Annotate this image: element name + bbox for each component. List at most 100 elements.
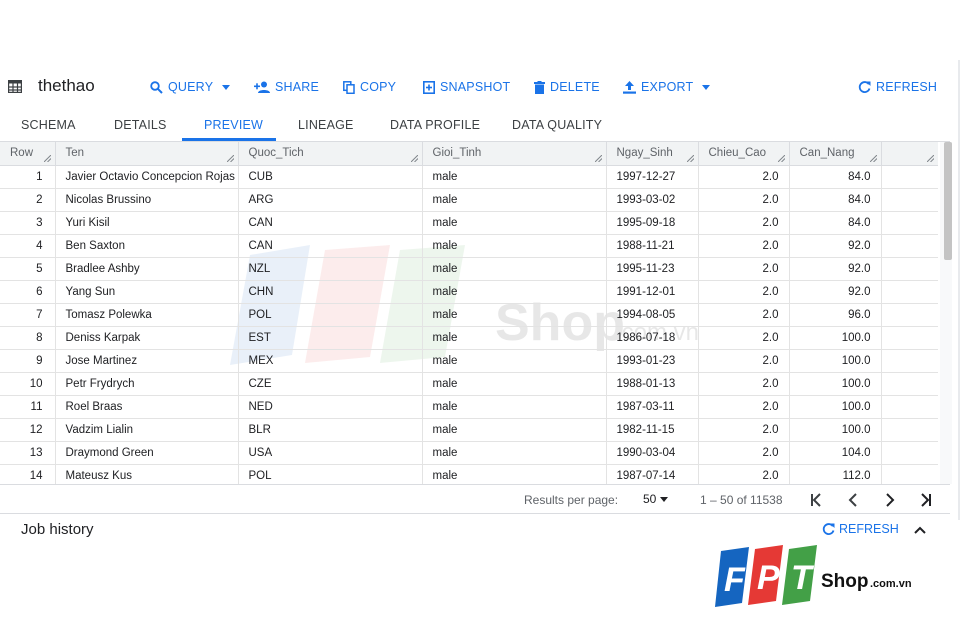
- table-cell: POL: [238, 464, 423, 484]
- resize-handle-icon[interactable]: [594, 154, 602, 162]
- table-cell-empty: [881, 188, 938, 212]
- table-cell: male: [422, 441, 607, 465]
- tab-data-profile[interactable]: DATA PROFILE: [390, 118, 480, 132]
- resize-handle-icon[interactable]: [43, 154, 51, 162]
- export-button[interactable]: EXPORT: [623, 78, 711, 96]
- resize-handle-icon[interactable]: [410, 154, 418, 162]
- table-cell: 1: [0, 165, 56, 189]
- table-row[interactable]: 3 Yuri Kisil CAN male 1995-09-18 2.0 84.0: [0, 211, 938, 235]
- table-row[interactable]: 7 Tomasz Polewka POL male 1994-08-05 2.0 96.0: [0, 303, 938, 327]
- table-cell: 2.0: [698, 464, 790, 484]
- tab-preview[interactable]: PREVIEW: [204, 118, 263, 132]
- job-history-panel: Job history REFRESH: [0, 514, 950, 544]
- table-cell-empty: [881, 349, 938, 373]
- table-cell: 13: [0, 441, 56, 465]
- column-header[interactable]: Ten: [55, 142, 239, 166]
- tab-data-quality[interactable]: DATA QUALITY: [512, 118, 602, 132]
- refresh-icon: [858, 80, 871, 93]
- table-row[interactable]: 1 Javier Octavio Concepcion Rojas CUB male 1…: [0, 165, 938, 189]
- resize-handle-icon[interactable]: [686, 154, 694, 162]
- column-header[interactable]: Ngay_Sinh: [606, 142, 699, 166]
- table-cell-empty: [881, 418, 938, 442]
- table-row[interactable]: 14 Mateusz Kus POL male 1987-07-14 2.0 112.0: [0, 464, 938, 484]
- table-icon: [8, 80, 22, 93]
- table-body: 1 Javier Octavio Concepcion Rojas CUB male 1…: [0, 165, 938, 484]
- fpt-shop-logo: F P T Shop .com.vn: [715, 545, 912, 607]
- table-cell: 1988-01-13: [606, 372, 699, 396]
- table-cell: 10: [0, 372, 56, 396]
- copy-button[interactable]: COPY: [343, 78, 396, 96]
- table-row[interactable]: 11 Roel Braas NED male 1987-03-11 2.0 100.0: [0, 395, 938, 419]
- resize-handle-icon[interactable]: [226, 154, 234, 162]
- preview-grid: Row Ten Quoc_Tich Gioi_Tinh Ngay_Sinh Chieu_C…: [0, 142, 938, 484]
- last-page-icon[interactable]: [918, 492, 934, 508]
- page-range-text: 1 – 50 of 11538: [700, 493, 783, 507]
- table-cell-empty: [881, 234, 938, 258]
- table-row[interactable]: 10 Petr Frydrych CZE male 1988-01-13 2.0 100.0: [0, 372, 938, 396]
- table-row[interactable]: 9 Jose Martinez MEX male 1993-01-23 2.0 100.0: [0, 349, 938, 373]
- column-header[interactable]: Quoc_Tich: [238, 142, 423, 166]
- resize-handle-icon[interactable]: [926, 154, 934, 162]
- column-header-label: Quoc_Tich: [248, 147, 304, 160]
- column-header[interactable]: Chieu_Cao: [698, 142, 790, 166]
- table-cell: 1987-03-11: [606, 395, 699, 419]
- vertical-scrollbar-thumb[interactable]: [944, 142, 952, 260]
- pagination-bar: Results per page: 50 1 – 50 of 11538: [0, 484, 950, 514]
- table-toolbar: thethao QUERY SHARE COPY SNAPSHOT DELETE…: [0, 72, 960, 100]
- column-header[interactable]: Gioi_Tinh: [422, 142, 607, 166]
- table-cell: male: [422, 165, 607, 189]
- table-row[interactable]: 5 Bradlee Ashby NZL male 1995-11-23 2.0 92.0: [0, 257, 938, 281]
- table-row[interactable]: 8 Deniss Karpak EST male 1986-07-18 2.0 100.0: [0, 326, 938, 350]
- snapshot-icon: [423, 80, 435, 94]
- table-cell: NED: [238, 395, 423, 419]
- preview-table: Row Ten Quoc_Tich Gioi_Tinh Ngay_Sinh Chieu_C…: [0, 142, 938, 484]
- table-cell: CAN: [238, 211, 423, 235]
- table-cell: BLR: [238, 418, 423, 442]
- table-row[interactable]: 13 Draymond Green USA male 1990-03-04 2.0 104.…: [0, 441, 938, 465]
- chevron-down-icon: [702, 84, 711, 90]
- resize-handle-icon[interactable]: [777, 154, 785, 162]
- table-cell: 12: [0, 418, 56, 442]
- tab-lineage[interactable]: LINEAGE: [298, 118, 354, 132]
- snapshot-button[interactable]: SNAPSHOT: [423, 78, 510, 96]
- tab-details[interactable]: DETAILS: [114, 118, 167, 132]
- delete-button[interactable]: DELETE: [534, 78, 600, 96]
- previous-page-icon[interactable]: [845, 492, 861, 508]
- column-header[interactable]: Row: [0, 142, 56, 166]
- table-cell: 2.0: [698, 303, 790, 327]
- refresh-button[interactable]: REFRESH: [858, 78, 937, 96]
- header-row: Row Ten Quoc_Tich Gioi_Tinh Ngay_Sinh Chieu_C…: [0, 142, 938, 166]
- tab-schema[interactable]: SCHEMA: [21, 118, 76, 132]
- query-button[interactable]: QUERY: [150, 78, 231, 96]
- results-per-page-select[interactable]: 50: [643, 492, 669, 506]
- table-cell: 100.0: [789, 395, 882, 419]
- next-page-icon[interactable]: [882, 492, 898, 508]
- table-cell: 84.0: [789, 165, 882, 189]
- resize-handle-icon[interactable]: [869, 154, 877, 162]
- column-header[interactable]: [881, 142, 938, 166]
- column-header-label: Chieu_Cao: [708, 147, 767, 160]
- table-cell: Bradlee Ashby: [55, 257, 239, 281]
- table-row[interactable]: 6 Yang Sun CHN male 1991-12-01 2.0 92.0: [0, 280, 938, 304]
- table-cell: 1993-01-23: [606, 349, 699, 373]
- table-cell: 100.0: [789, 372, 882, 396]
- table-row[interactable]: 12 Vadzim Lialin BLR male 1982-11-15 2.0 100.0: [0, 418, 938, 442]
- table-cell: male: [422, 464, 607, 484]
- table-cell: 7: [0, 303, 56, 327]
- person-add-icon: [254, 81, 270, 93]
- share-button[interactable]: SHARE: [254, 78, 319, 96]
- table-cell: Jose Martinez: [55, 349, 239, 373]
- table-title: thethao: [38, 76, 95, 95]
- table-cell: 2.0: [698, 165, 790, 189]
- table-cell: Javier Octavio Concepcion Rojas: [55, 165, 239, 189]
- table-row[interactable]: 4 Ben Saxton CAN male 1988-11-21 2.0 92.0: [0, 234, 938, 258]
- table-cell: 92.0: [789, 257, 882, 281]
- job-history-refresh-button[interactable]: REFRESH: [822, 522, 899, 536]
- column-header[interactable]: Can_Nang: [789, 142, 882, 166]
- table-row[interactable]: 2 Nicolas Brussino ARG male 1993-03-02 2.0 84.…: [0, 188, 938, 212]
- table-cell: male: [422, 372, 607, 396]
- table-cell: 2.0: [698, 418, 790, 442]
- table-cell: 100.0: [789, 326, 882, 350]
- collapse-chevron-icon[interactable]: [912, 522, 928, 538]
- first-page-icon[interactable]: [808, 492, 824, 508]
